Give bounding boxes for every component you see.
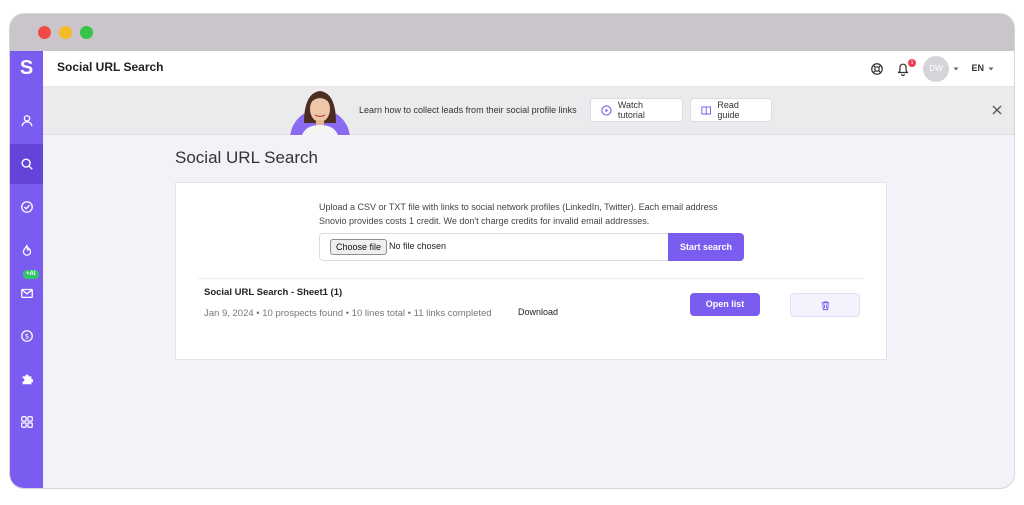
delete-button[interactable]	[790, 293, 860, 317]
flame-icon	[22, 244, 31, 256]
page-header-title: Social URL Search	[57, 60, 164, 74]
download-button[interactable]: Download	[505, 301, 571, 323]
grid-icon	[20, 416, 33, 428]
sidebar-item-billing[interactable]: $	[10, 316, 43, 356]
watch-tutorial-label: Watch tutorial	[617, 100, 645, 120]
page-title: Social URL Search	[175, 148, 318, 167]
dollar-icon: $	[20, 330, 33, 342]
play-circle-icon	[601, 104, 612, 116]
start-search-button[interactable]: Start search	[668, 233, 744, 261]
read-guide-button[interactable]: Read guide	[690, 98, 772, 122]
maximize-window-button[interactable]	[80, 26, 93, 39]
help-lifebuoy-icon[interactable]	[870, 62, 884, 76]
book-icon	[701, 106, 712, 115]
read-guide-label: Read guide	[717, 100, 740, 120]
topbar: Social URL Search 1 DW EN	[43, 51, 1014, 87]
close-window-button[interactable]	[38, 26, 51, 39]
banner-text: Learn how to collect leads from their so…	[359, 105, 577, 115]
mail-icon	[20, 288, 33, 299]
upload-description: Upload a CSV or TXT file with links to s…	[319, 202, 718, 226]
language-selector[interactable]: EN	[971, 63, 984, 73]
chevron-down-icon[interactable]	[988, 66, 994, 72]
user-icon	[21, 115, 32, 127]
app-logo[interactable]: S	[10, 55, 43, 81]
notification-badge: 1	[908, 59, 916, 67]
svg-text:$: $	[24, 333, 28, 341]
ai-badge: +AI	[23, 270, 39, 279]
search-icon	[20, 158, 33, 170]
window-titlebar	[10, 14, 1014, 51]
sidebar-item-integrations[interactable]	[10, 359, 43, 399]
trash-icon	[821, 300, 829, 310]
puzzle-icon	[22, 374, 33, 385]
result-meta: Jan 9, 2024 • 10 prospects found • 10 li…	[204, 308, 492, 319]
file-input[interactable]: Choose file No file chosen	[319, 233, 668, 261]
sidebar-item-verify[interactable]	[10, 187, 43, 227]
avatar[interactable]: DW	[923, 56, 949, 82]
upload-card: Upload a CSV or TXT file with links to s…	[175, 182, 887, 360]
close-icon[interactable]	[992, 105, 1002, 115]
sidebar-item-search[interactable]	[10, 144, 43, 184]
browser-window: S +AI $ Social URL Search 1 DW EN Learn …	[10, 14, 1014, 488]
watch-tutorial-button[interactable]: Watch tutorial	[590, 98, 683, 122]
sidebar-item-warmup[interactable]	[10, 230, 43, 270]
presenter-photo	[290, 87, 350, 135]
tutorial-banner: Learn how to collect leads from their so…	[43, 87, 1014, 135]
open-list-button[interactable]: Open list	[690, 293, 760, 316]
sidebar-item-campaigns[interactable]: +AI	[10, 270, 43, 313]
check-circle-icon	[20, 201, 33, 213]
minimize-window-button[interactable]	[59, 26, 72, 39]
file-status-text: No file chosen	[389, 241, 447, 251]
sidebar-item-prospects[interactable]	[10, 101, 43, 141]
choose-file-button[interactable]: Choose file	[330, 239, 388, 255]
result-title: Social URL Search - Sheet1 (1)	[204, 287, 343, 298]
divider	[198, 278, 864, 279]
chevron-down-icon[interactable]	[953, 66, 959, 72]
sidebar-item-apps[interactable]	[10, 402, 43, 442]
sidebar: S +AI $	[10, 51, 43, 488]
